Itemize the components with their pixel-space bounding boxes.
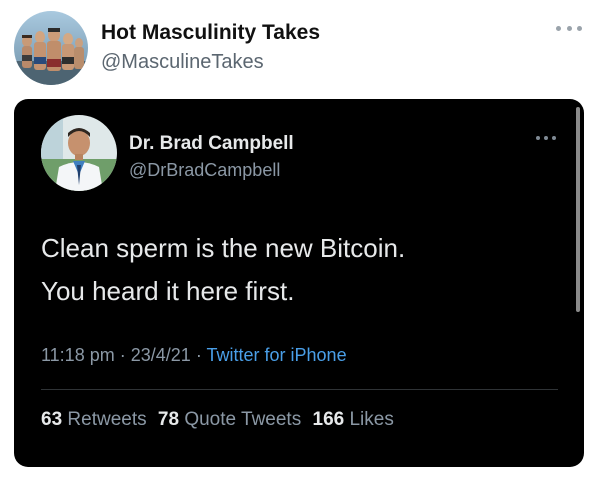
tweet-author-name[interactable]: Dr. Brad Campbell	[129, 133, 294, 155]
dot	[566, 25, 572, 31]
doctor-portrait-avatar-icon	[41, 115, 117, 191]
more-options-icon[interactable]	[556, 20, 582, 36]
tweet-date[interactable]: 23/4/21	[131, 345, 191, 365]
meta-separator: ·	[119, 345, 126, 365]
tweet-source-link[interactable]: Twitter for iPhone	[207, 345, 347, 365]
embedded-tweet-card: Dr. Brad Campbell @DrBradCampbell Clean …	[14, 99, 584, 467]
likes-stat[interactable]: 166 Likes	[313, 409, 394, 430]
dot	[556, 25, 561, 31]
tweet-stats: 63 Retweets 78 Quote Tweets 166 Likes	[41, 409, 400, 431]
account-header: Hot Masculinity Takes @MasculineTakes	[0, 0, 599, 96]
group-photo-avatar-icon	[14, 11, 88, 85]
retweets-label: Retweets	[67, 409, 147, 430]
retweets-count: 63	[41, 409, 63, 430]
quote-tweets-count: 78	[157, 409, 180, 430]
tweet-text-line: Clean sperm is the new Bitcoin.	[41, 233, 406, 263]
quote-tweets-stat[interactable]: 78 Quote Tweets	[158, 409, 307, 430]
dot	[552, 136, 556, 140]
tweet-metadata: 11:18 pm · 23/4/21 · Twitter for iPhone	[41, 345, 347, 366]
retweets-stat[interactable]: 63 Retweets	[41, 409, 152, 430]
account-avatar[interactable]	[14, 11, 88, 85]
tweet-time[interactable]: 11:18 pm	[41, 345, 115, 365]
meta-separator: ·	[195, 345, 202, 365]
likes-label: Likes	[349, 409, 394, 430]
likes-count: 166	[312, 409, 345, 430]
tweet-text: Clean sperm is the new Bitcoin. You hear…	[41, 227, 561, 313]
account-display-name[interactable]: Hot Masculinity Takes	[101, 21, 320, 45]
divider	[41, 389, 558, 390]
tweet-author-avatar[interactable]	[41, 115, 117, 191]
dot	[536, 136, 540, 140]
tweet-author-handle[interactable]: @DrBradCampbell	[129, 160, 280, 181]
account-handle[interactable]: @MasculineTakes	[101, 51, 264, 74]
scrollbar[interactable]	[576, 107, 580, 312]
tweet-text-line: You heard it here first.	[41, 276, 295, 306]
dot	[577, 25, 582, 31]
quote-tweets-label: Quote Tweets	[184, 409, 302, 430]
tweet-more-options-icon[interactable]	[536, 133, 556, 143]
dot	[544, 136, 548, 140]
